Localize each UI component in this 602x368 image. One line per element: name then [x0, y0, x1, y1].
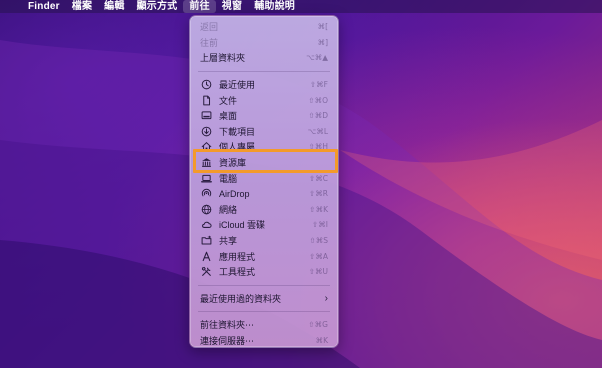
menu-item-label: 連接伺服器⋯	[200, 335, 255, 346]
menu-item-label: 最近使用	[219, 80, 256, 91]
utilities-icon	[200, 266, 212, 278]
menu-item-label: 文件	[219, 95, 238, 106]
menu-separator	[198, 70, 330, 72]
menu-item-label: 最近使用過的資料夾	[200, 293, 282, 304]
shortcut-label: ⌘K	[315, 335, 328, 345]
menu-item-label: 返回	[200, 22, 219, 33]
menu-item-shared[interactable]: 共享 ⇧⌘S	[190, 233, 338, 249]
menu-item-label: 前往資料夾⋯	[200, 320, 255, 331]
shared-folder-icon	[200, 235, 212, 247]
menu-item-label: 共享	[219, 236, 238, 247]
shortcut-label: ⇧⌘D	[308, 111, 328, 121]
menubar-finder[interactable]: Finder	[22, 0, 66, 13]
shortcut-label: ⇧⌘K	[309, 204, 328, 214]
menu-item-desktop[interactable]: 桌面 ⇧⌘D	[190, 108, 338, 124]
shortcut-label: ⇧⌘S	[309, 236, 328, 246]
chevron-right-icon: ›	[324, 292, 328, 304]
shortcut-label: ⌘[	[317, 22, 328, 32]
menu-item-go-to-folder[interactable]: 前往資料夾⋯ ⇧⌘G	[190, 317, 338, 333]
shortcut-label: ⇧⌘F	[309, 80, 328, 90]
menu-item-icloud-drive[interactable]: iCloud 雲碟 ⇧⌘I	[190, 217, 338, 233]
shortcut-label: ⌘]	[317, 37, 328, 47]
desktop-icon	[200, 110, 212, 122]
applications-icon	[200, 250, 212, 262]
document-icon	[200, 94, 212, 106]
menu-item-label: 下載項目	[219, 126, 256, 137]
menu-item-label: 應用程式	[219, 251, 256, 262]
menubar-file[interactable]: 檔案	[66, 0, 98, 13]
menu-item-enclosing-folder[interactable]: 上層資料夾 ⌥⌘▲	[190, 50, 338, 66]
shortcut-label: ⇧⌘H	[308, 142, 328, 152]
menu-item-documents[interactable]: 文件 ⇧⌘O	[190, 92, 338, 108]
menu-item-downloads[interactable]: 下載項目 ⌥⌘L	[190, 124, 338, 140]
shortcut-label: ⌥⌘▲	[306, 53, 328, 63]
menubar-help[interactable]: 輔助說明	[248, 0, 301, 13]
menu-separator	[198, 284, 330, 286]
shortcut-label: ⇧⌘O	[308, 95, 328, 105]
download-icon	[200, 125, 212, 137]
menu-item-recents[interactable]: 最近使用 ⇧⌘F	[190, 77, 338, 93]
home-icon	[200, 141, 212, 153]
clock-icon	[200, 79, 212, 91]
menu-item-label: 網絡	[219, 204, 238, 215]
shortcut-label: ⇧⌘R	[309, 189, 328, 199]
menubar-edit[interactable]: 編輯	[98, 0, 130, 13]
shortcut-label: ⇧⌘I	[312, 220, 328, 230]
library-icon	[200, 157, 212, 169]
menu-item-utilities[interactable]: 工具程式 ⇧⌘U	[190, 264, 338, 280]
menubar-go[interactable]: 前往	[183, 0, 216, 13]
menu-item-label: 桌面	[219, 111, 238, 122]
menu-item-back[interactable]: 返回 ⌘[	[190, 19, 338, 35]
network-icon	[200, 203, 212, 215]
shortcut-label: ⌥⌘L	[307, 126, 328, 136]
menu-item-network[interactable]: 網絡 ⇧⌘K	[190, 202, 338, 218]
shortcut-label: ⇧⌘A	[309, 251, 328, 261]
menu-item-applications[interactable]: 應用程式 ⇧⌘A	[190, 248, 338, 264]
shortcut-label: ⇧⌘U	[308, 267, 328, 277]
menu-item-computer[interactable]: 電腦 ⇧⌘C	[190, 170, 338, 186]
menu-item-recent-folders[interactable]: 最近使用過的資料夾 ›	[190, 291, 338, 307]
menu-item-label: AirDrop	[219, 188, 250, 199]
menu-item-label: 電腦	[219, 173, 238, 184]
go-menu-dropdown: 返回 ⌘[ 往前 ⌘] 上層資料夾 ⌥⌘▲ 最近使用 ⇧⌘F 文件 ⇧⌘O 桌面…	[189, 15, 339, 348]
menu-item-library[interactable]: 資源庫	[190, 155, 338, 171]
menu-separator	[198, 311, 330, 313]
menu-item-label: iCloud 雲碟	[219, 220, 266, 231]
shortcut-label: ⇧⌘G	[308, 320, 328, 330]
menu-item-home[interactable]: 個人專屬 ⇧⌘H	[190, 139, 338, 155]
menu-item-label: 往前	[200, 37, 219, 48]
menu-item-forward[interactable]: 往前 ⌘]	[190, 35, 338, 51]
menu-bar: Finder 檔案 編輯 顯示方式 前往 視窗 輔助說明	[0, 0, 602, 13]
shortcut-label: ⇧⌘C	[308, 173, 328, 183]
menu-item-label: 上層資料夾	[200, 53, 246, 64]
menubar-window[interactable]: 視窗	[216, 0, 248, 13]
menu-item-connect-to-server[interactable]: 連接伺服器⋯ ⌘K	[190, 333, 338, 349]
menu-item-label: 個人專屬	[219, 142, 256, 153]
airdrop-icon	[200, 188, 212, 200]
menu-item-label: 資源庫	[219, 158, 247, 169]
menu-item-label: 工具程式	[219, 267, 256, 278]
menu-item-airdrop[interactable]: AirDrop ⇧⌘R	[190, 186, 338, 202]
menubar-view[interactable]: 顯示方式	[131, 0, 184, 13]
cloud-icon	[200, 219, 212, 231]
laptop-icon	[200, 172, 212, 184]
